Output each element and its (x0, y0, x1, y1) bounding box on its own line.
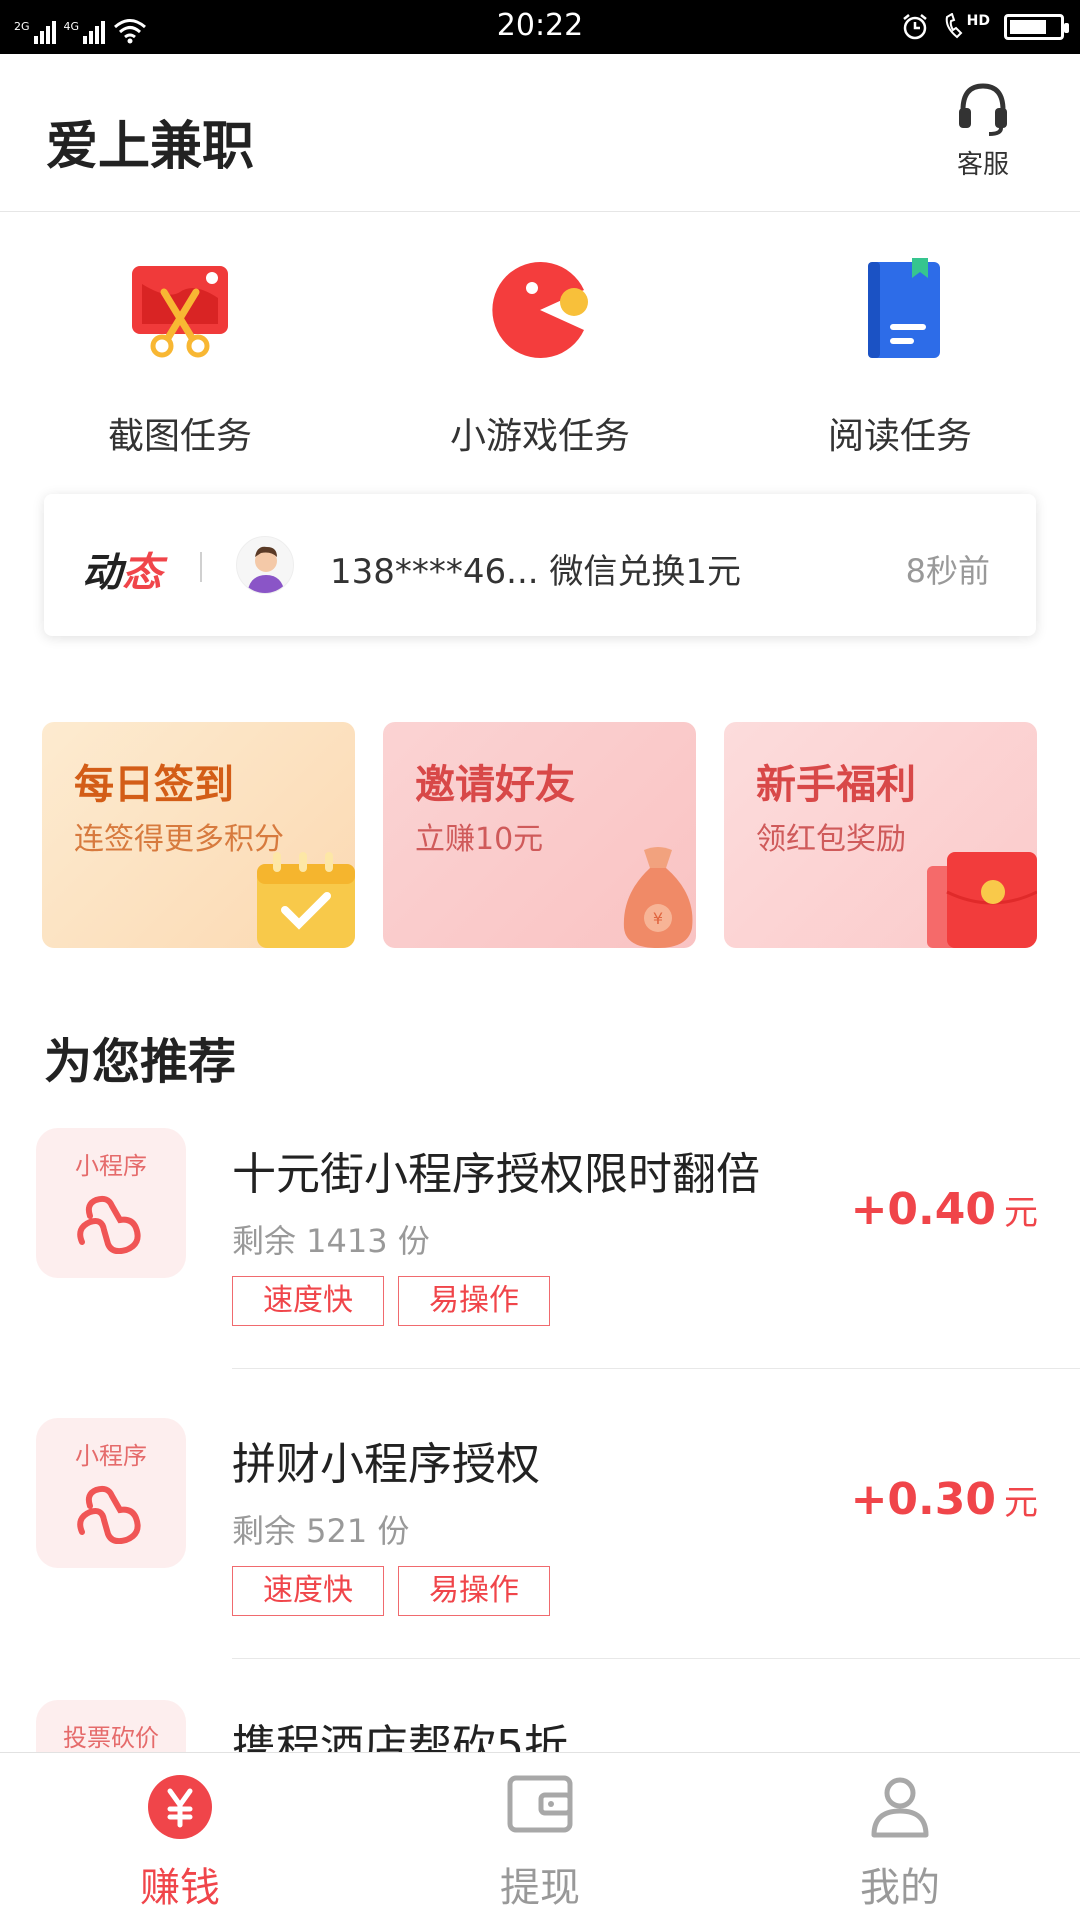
mini-program-logo: 小程序 (36, 1418, 186, 1568)
status-bar: 2G 4G 20:22 HD (0, 0, 1080, 54)
promo-daily-checkin[interactable]: 每日签到 连签得更多积分 (42, 722, 355, 948)
red-envelope-icon (927, 852, 1037, 948)
promo-title: 邀请好友 (415, 762, 575, 808)
status-icons: HD (901, 10, 1069, 44)
logo-badge-text: 小程序 (75, 1442, 147, 1470)
task-categories: 截图任务 小游戏任务 阅读任务 (0, 255, 1080, 459)
task-reading[interactable]: 阅读任务 (720, 255, 1080, 459)
item-remaining: 剩余 521 份 (232, 1512, 410, 1550)
item-name: 携程酒店帮砍5折 (232, 1721, 568, 1752)
item-name: 十元街小程序授权限时翻倍 (232, 1149, 760, 1200)
activity-ticker[interactable]: 动态 138****46... 微信兑换1元 8秒前 (44, 494, 1036, 636)
mini-program-icon (77, 1195, 141, 1254)
divider (232, 1658, 1080, 1659)
game-pacman-icon (492, 262, 588, 358)
yuan-coin-icon (148, 1775, 212, 1839)
logo-badge-text: 投票砍价 (63, 1724, 159, 1752)
headset-icon (959, 83, 1007, 136)
task-mini-game-label: 小游戏任务 (449, 416, 630, 457)
battery-fill (1010, 20, 1046, 34)
activity-message: 138****46... 微信兑换1元 (330, 552, 742, 592)
alarm-icon (902, 14, 927, 40)
mini-program-icon (77, 1485, 141, 1544)
bottom-nav: 赚钱 提现 我的 (0, 1752, 1080, 1920)
vote-bargain-logo: 投票砍价 (36, 1700, 186, 1752)
tag-easy: 易操作 (398, 1276, 550, 1326)
tab-earn-label: 赚钱 (140, 1865, 220, 1911)
list-item[interactable]: 小程序 拼财小程序授权 剩余 521 份 速度快 易操作 +0.30 元 (0, 1418, 1080, 1708)
tag-easy: 易操作 (398, 1566, 550, 1616)
tag-fast: 速度快 (232, 1276, 384, 1326)
task-reading-label: 阅读任务 (827, 416, 972, 457)
tab-withdraw[interactable]: 提现 (360, 1753, 720, 1920)
customer-service-label: 客服 (956, 150, 1009, 180)
calendar-check-icon (257, 852, 355, 948)
promo-title: 新手福利 (756, 762, 916, 808)
item-name: 拼财小程序授权 (232, 1439, 540, 1490)
money-bag-icon: ¥ (623, 847, 693, 948)
svg-text:¥: ¥ (653, 909, 663, 928)
promo-subtitle: 立赚10元 (415, 822, 544, 857)
item-reward: +0.30 元 (850, 1474, 1038, 1525)
person-icon (871, 1777, 929, 1838)
item-remaining: 剩余 1413 份 (232, 1222, 430, 1260)
task-screenshot[interactable]: 截图任务 (0, 255, 360, 459)
item-reward: +0.40 元 (850, 1184, 1038, 1235)
recommend-title: 为您推荐 (44, 1034, 237, 1090)
screenshot-scissors-icon (132, 266, 228, 358)
battery-icon (1004, 14, 1069, 40)
promo-newbie-bonus[interactable]: 新手福利 领红包奖励 (724, 722, 1037, 948)
hd-label: HD (966, 13, 990, 29)
item-tags: 速度快 易操作 (232, 1276, 550, 1326)
activity-tag: 动态 (82, 550, 162, 596)
promo-cards: 每日签到 连签得更多积分 邀请好友 立赚10元 ¥ 新手福利 领红包奖励 (42, 722, 1037, 948)
avatar (236, 536, 294, 594)
tab-mine[interactable]: 我的 (720, 1753, 1080, 1920)
tab-withdraw-label: 提现 (500, 1865, 580, 1911)
promo-title: 每日签到 (74, 762, 234, 808)
promo-subtitle: 领红包奖励 (756, 822, 906, 857)
list-item[interactable]: 投票砍价 携程酒店帮砍5折 (0, 1700, 1080, 1752)
wallet-icon (507, 1775, 573, 1833)
item-tags: 速度快 易操作 (232, 1566, 550, 1616)
task-mini-game[interactable]: 小游戏任务 (360, 255, 720, 459)
customer-service-button[interactable]: 客服 (938, 80, 1028, 181)
book-icon (868, 258, 940, 358)
tag-fast: 速度快 (232, 1566, 384, 1616)
app-title: 爱上兼职 (46, 117, 255, 177)
list-item[interactable]: 小程序 十元街小程序授权限时翻倍 剩余 1413 份 速度快 易操作 +0.40… (0, 1128, 1080, 1418)
divider (200, 552, 202, 582)
app-header: 爱上兼职 客服 (0, 54, 1080, 212)
tab-earn[interactable]: 赚钱 (0, 1753, 360, 1920)
user-avatar-icon (247, 546, 285, 593)
divider (232, 1368, 1080, 1369)
promo-invite-friends[interactable]: 邀请好友 立赚10元 ¥ (383, 722, 696, 948)
logo-badge-text: 小程序 (75, 1152, 147, 1180)
tab-mine-label: 我的 (860, 1865, 940, 1911)
mini-program-logo: 小程序 (36, 1128, 186, 1278)
task-screenshot-label: 截图任务 (107, 416, 252, 457)
activity-time: 8秒前 (905, 552, 990, 590)
